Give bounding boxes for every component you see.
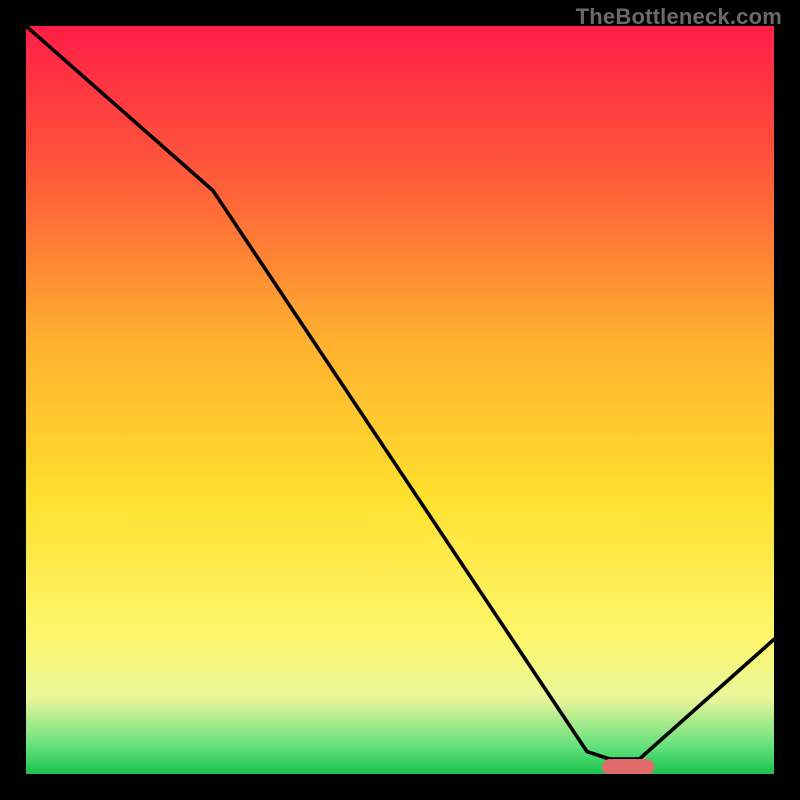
plot-svg [26, 26, 774, 774]
bottleneck-chart: TheBottleneck.com [0, 0, 800, 800]
plot-area [26, 26, 774, 774]
gradient-background [26, 26, 774, 774]
watermark-text: TheBottleneck.com [576, 4, 782, 30]
optimal-range-marker [602, 759, 654, 774]
